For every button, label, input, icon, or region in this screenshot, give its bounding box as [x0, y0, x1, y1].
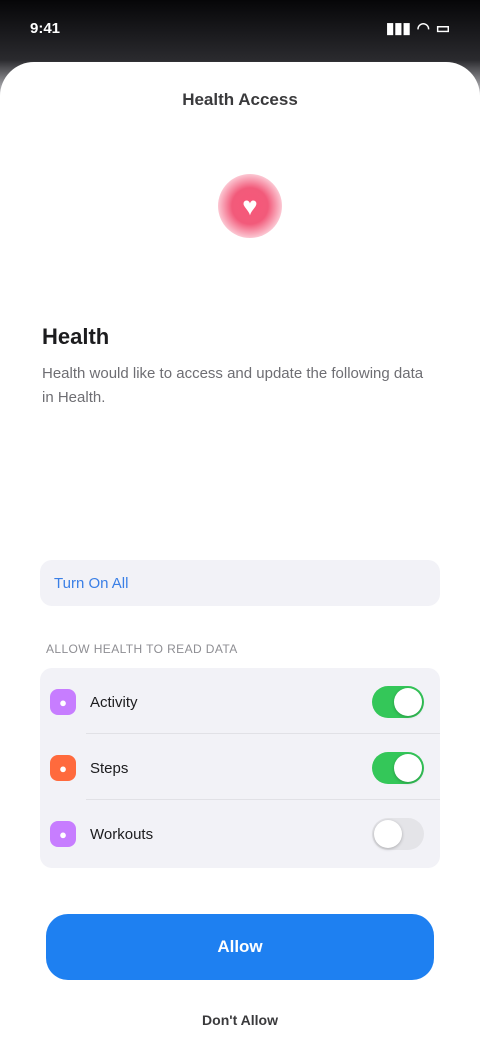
workout-icon: ● — [50, 821, 76, 847]
status-icons: ▮▮▮ ◠ ▭ — [386, 19, 450, 37]
permission-sheet: Health Access ♥ Health Health would like… — [0, 62, 480, 1040]
heart-icon: ♥ — [218, 174, 282, 238]
dont-allow-link[interactable]: Don't Allow — [0, 1012, 480, 1028]
app-name: Health — [42, 324, 110, 349]
flame-icon: ● — [50, 689, 76, 715]
heart-glyph: ♥ — [242, 190, 258, 221]
workouts-toggle[interactable] — [372, 818, 424, 850]
steps-toggle[interactable] — [372, 752, 424, 784]
screen: 9:41 ▮▮▮ ◠ ▭ Health Access ♥ Health Heal… — [0, 0, 480, 1040]
permission-row-activity[interactable]: ● Activity — [40, 670, 440, 734]
permission-label: Activity — [90, 693, 138, 711]
wifi-icon: ◠ — [416, 20, 430, 37]
toggle-knob — [394, 688, 422, 716]
permission-row-workouts[interactable]: ● Workouts — [40, 802, 440, 866]
signal-icon: ▮▮▮ — [385, 20, 411, 37]
permission-label: Workouts — [90, 825, 154, 843]
activity-toggle[interactable] — [372, 686, 424, 718]
allow-button[interactable]: Allow — [46, 914, 434, 980]
steps-icon: ● — [50, 755, 76, 781]
sheet-title: Health Access — [182, 90, 298, 109]
toggle-knob — [374, 820, 402, 848]
permissions-list: ● Activity ● Steps ● Workouts — [40, 668, 440, 868]
toggle-knob — [394, 754, 422, 782]
permission-row-steps[interactable]: ● Steps — [40, 736, 440, 800]
intro-section: Health Health would like to access and u… — [42, 324, 438, 410]
intro-description: Health would like to access and update t… — [42, 365, 424, 406]
battery-icon: ▭ — [435, 20, 450, 37]
section-label: Allow Health to read data — [46, 642, 238, 656]
turn-on-all-link[interactable]: Turn On All — [54, 575, 128, 592]
status-time: 9:41 — [30, 19, 61, 37]
status-bar: 9:41 ▮▮▮ ◠ ▭ — [0, 0, 480, 56]
turn-on-all-row[interactable]: Turn On All — [40, 560, 440, 606]
permission-label: Steps — [90, 759, 129, 777]
